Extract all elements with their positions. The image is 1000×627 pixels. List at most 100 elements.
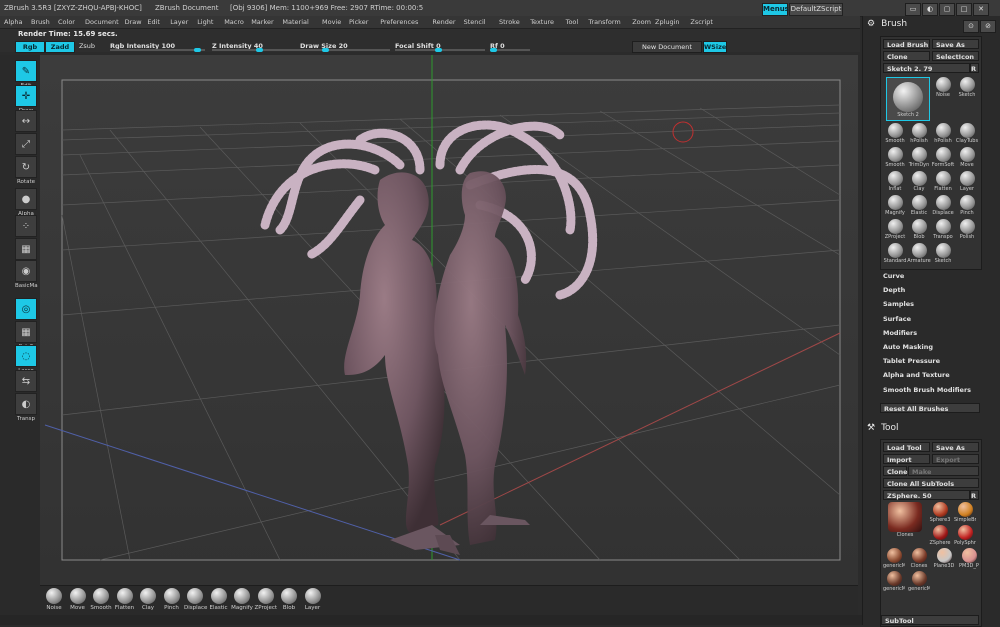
- tool-thumb-genericm[interactable]: genericM: [883, 548, 905, 569]
- brush-panel-header[interactable]: ⚙ Brush: [867, 19, 907, 29]
- slider-knob[interactable]: [435, 48, 442, 52]
- zsub-button[interactable]: Zsub: [75, 41, 99, 51]
- menu-stroke[interactable]: Stroke: [499, 18, 520, 26]
- minimize-icon[interactable]: ▭: [905, 3, 921, 16]
- dots-icon[interactable]: ⁘: [15, 215, 37, 237]
- menus-button[interactable]: Menus: [762, 3, 789, 16]
- maximize-icon[interactable]: □: [956, 3, 972, 16]
- brush-zproject[interactable]: ZProject: [883, 219, 907, 240]
- tool-thumb-sphere3[interactable]: Sphere3: [929, 502, 951, 523]
- brush-transpo[interactable]: Transpo: [931, 219, 955, 240]
- brush-displace[interactable]: Displace: [931, 195, 955, 216]
- menu-alpha[interactable]: Alpha: [4, 18, 22, 26]
- menu-draw[interactable]: Draw: [125, 18, 142, 26]
- tool-thumb-clones[interactable]: Clones: [908, 548, 930, 569]
- slider-knob[interactable]: [322, 48, 329, 52]
- tool-thumb-genericm[interactable]: genericM: [908, 571, 930, 592]
- menu-preferences[interactable]: Preferences: [380, 18, 418, 26]
- rgb-button[interactable]: Rgb: [15, 41, 45, 53]
- tool-rotate[interactable]: ↻ Rotate: [15, 156, 37, 185]
- rgb-intensity-slider[interactable]: [110, 48, 205, 52]
- brush-polish[interactable]: Polish: [955, 219, 979, 240]
- brush-menu-surface[interactable]: Surface: [883, 315, 911, 323]
- brush-trimdyn[interactable]: TrimDyn: [907, 147, 931, 168]
- scale-icon[interactable]: ⤢: [15, 133, 37, 155]
- brush-armature[interactable]: Armature: [907, 243, 931, 264]
- edit-icon[interactable]: ✎: [15, 60, 37, 82]
- menu-tool[interactable]: Tool: [566, 18, 579, 26]
- menu-zoom[interactable]: Zoom: [632, 18, 651, 26]
- clone-all-subtools-button[interactable]: Clone All SubTools: [883, 478, 979, 488]
- brush-inflat[interactable]: Inflat: [883, 171, 907, 192]
- new-document-button[interactable]: New Document: [632, 41, 702, 53]
- menu-stencil[interactable]: Stencil: [464, 18, 486, 26]
- load-tool-button[interactable]: Load Tool: [883, 442, 930, 452]
- brush-clone-button[interactable]: Clone: [883, 51, 930, 61]
- symmetry-icon[interactable]: ⇆: [15, 370, 37, 392]
- menu-render[interactable]: Render: [432, 18, 455, 26]
- tool-clone-button[interactable]: Clone: [883, 466, 908, 476]
- menu-color[interactable]: Color: [58, 18, 75, 26]
- document-canvas[interactable]: [40, 55, 858, 585]
- brush-hpolish[interactable]: hPolish: [931, 123, 955, 144]
- default-zscript-button[interactable]: DefaultZScript: [789, 3, 843, 16]
- slider-knob[interactable]: [194, 48, 201, 52]
- menu-movie[interactable]: Movie: [322, 18, 341, 26]
- polyframe-icon[interactable]: ▦: [15, 321, 37, 343]
- brush-claytubs[interactable]: ClayTubs: [955, 123, 979, 144]
- shelf-brush-magnify[interactable]: Magnify: [231, 588, 253, 611]
- brush-menu-samples[interactable]: Samples: [883, 300, 914, 308]
- draw-icon[interactable]: ✛: [15, 85, 37, 107]
- menu-texture[interactable]: Texture: [530, 18, 554, 26]
- draw-size-slider[interactable]: [300, 48, 390, 52]
- dock-close-icon[interactable]: ⊘: [980, 20, 996, 33]
- brush-menu-smooth-brush-modifiers[interactable]: Smooth Brush Modifiers: [883, 386, 971, 394]
- brush-save-as-button[interactable]: Save As: [932, 39, 979, 49]
- move-icon[interactable]: ↔: [15, 110, 37, 132]
- brush-menu-alpha-and-texture[interactable]: Alpha and Texture: [883, 371, 950, 379]
- brush-magnify[interactable]: Magnify: [883, 195, 907, 216]
- tool-thumb-clones[interactable]: Clones: [883, 502, 927, 538]
- shelf-brush-noise[interactable]: Noise: [43, 588, 65, 611]
- menu-picker[interactable]: Picker: [349, 18, 368, 26]
- brush-menu-tablet-pressure[interactable]: Tablet Pressure: [883, 357, 940, 365]
- menu-material[interactable]: Material: [282, 18, 308, 26]
- brush-layer[interactable]: Layer: [955, 171, 979, 192]
- local-icon[interactable]: ◎: [15, 298, 37, 320]
- menu-document[interactable]: Document: [85, 18, 119, 26]
- shelf-brush-clay[interactable]: Clay: [137, 588, 159, 611]
- shelf-brush-move[interactable]: Move: [67, 588, 89, 611]
- slider-knob[interactable]: [256, 48, 263, 52]
- shelf-brush-elastic[interactable]: Elastic: [208, 588, 230, 611]
- menu-edit[interactable]: Edit: [147, 18, 160, 26]
- current-brush-thumbnail[interactable]: Sketch 2: [886, 77, 930, 121]
- brush-elastic[interactable]: Elastic: [907, 195, 931, 216]
- shelf-brush-pinch[interactable]: Pinch: [161, 588, 183, 611]
- tile-icon[interactable]: ◐: [922, 3, 938, 16]
- tool-thumb-simplebr[interactable]: SimpleBr: [954, 502, 976, 523]
- menu-transform[interactable]: Transform: [588, 18, 620, 26]
- brush-hpolish[interactable]: hPolish: [907, 123, 931, 144]
- alpha-icon[interactable]: ●: [15, 188, 37, 210]
- dock-pin-icon[interactable]: ⊙: [963, 20, 979, 33]
- brush-sketch[interactable]: Sketch: [931, 243, 955, 264]
- tool-basicma[interactable]: ◉ BasicMa: [15, 260, 38, 289]
- brush-pinch[interactable]: Pinch: [955, 195, 979, 216]
- wsize-button[interactable]: WSize: [703, 41, 727, 53]
- brush-smooth[interactable]: Smooth: [883, 123, 907, 144]
- zadd-button[interactable]: Zadd: [45, 41, 75, 53]
- tool-transp[interactable]: ◐ Transp: [15, 393, 37, 422]
- menu-brush[interactable]: Brush: [31, 18, 50, 26]
- menu-layer[interactable]: Layer: [170, 18, 188, 26]
- reset-all-brushes-button[interactable]: Reset All Brushes: [880, 403, 980, 413]
- brush-clay[interactable]: Clay: [907, 171, 931, 192]
- tool-alpha[interactable]: ● Alpha: [15, 188, 37, 217]
- shelf-brush-flatten[interactable]: Flatten: [114, 588, 136, 611]
- menu-light[interactable]: Light: [197, 18, 213, 26]
- close-icon[interactable]: ✕: [973, 3, 989, 16]
- transparency-icon[interactable]: ◐: [15, 393, 37, 415]
- focal-shift-slider[interactable]: [395, 48, 485, 52]
- tool-thumb-zsphere[interactable]: ZSphere: [929, 525, 951, 546]
- tool-thumb-polysphr[interactable]: PolySphr: [954, 525, 976, 546]
- material-icon[interactable]: ◉: [15, 260, 37, 282]
